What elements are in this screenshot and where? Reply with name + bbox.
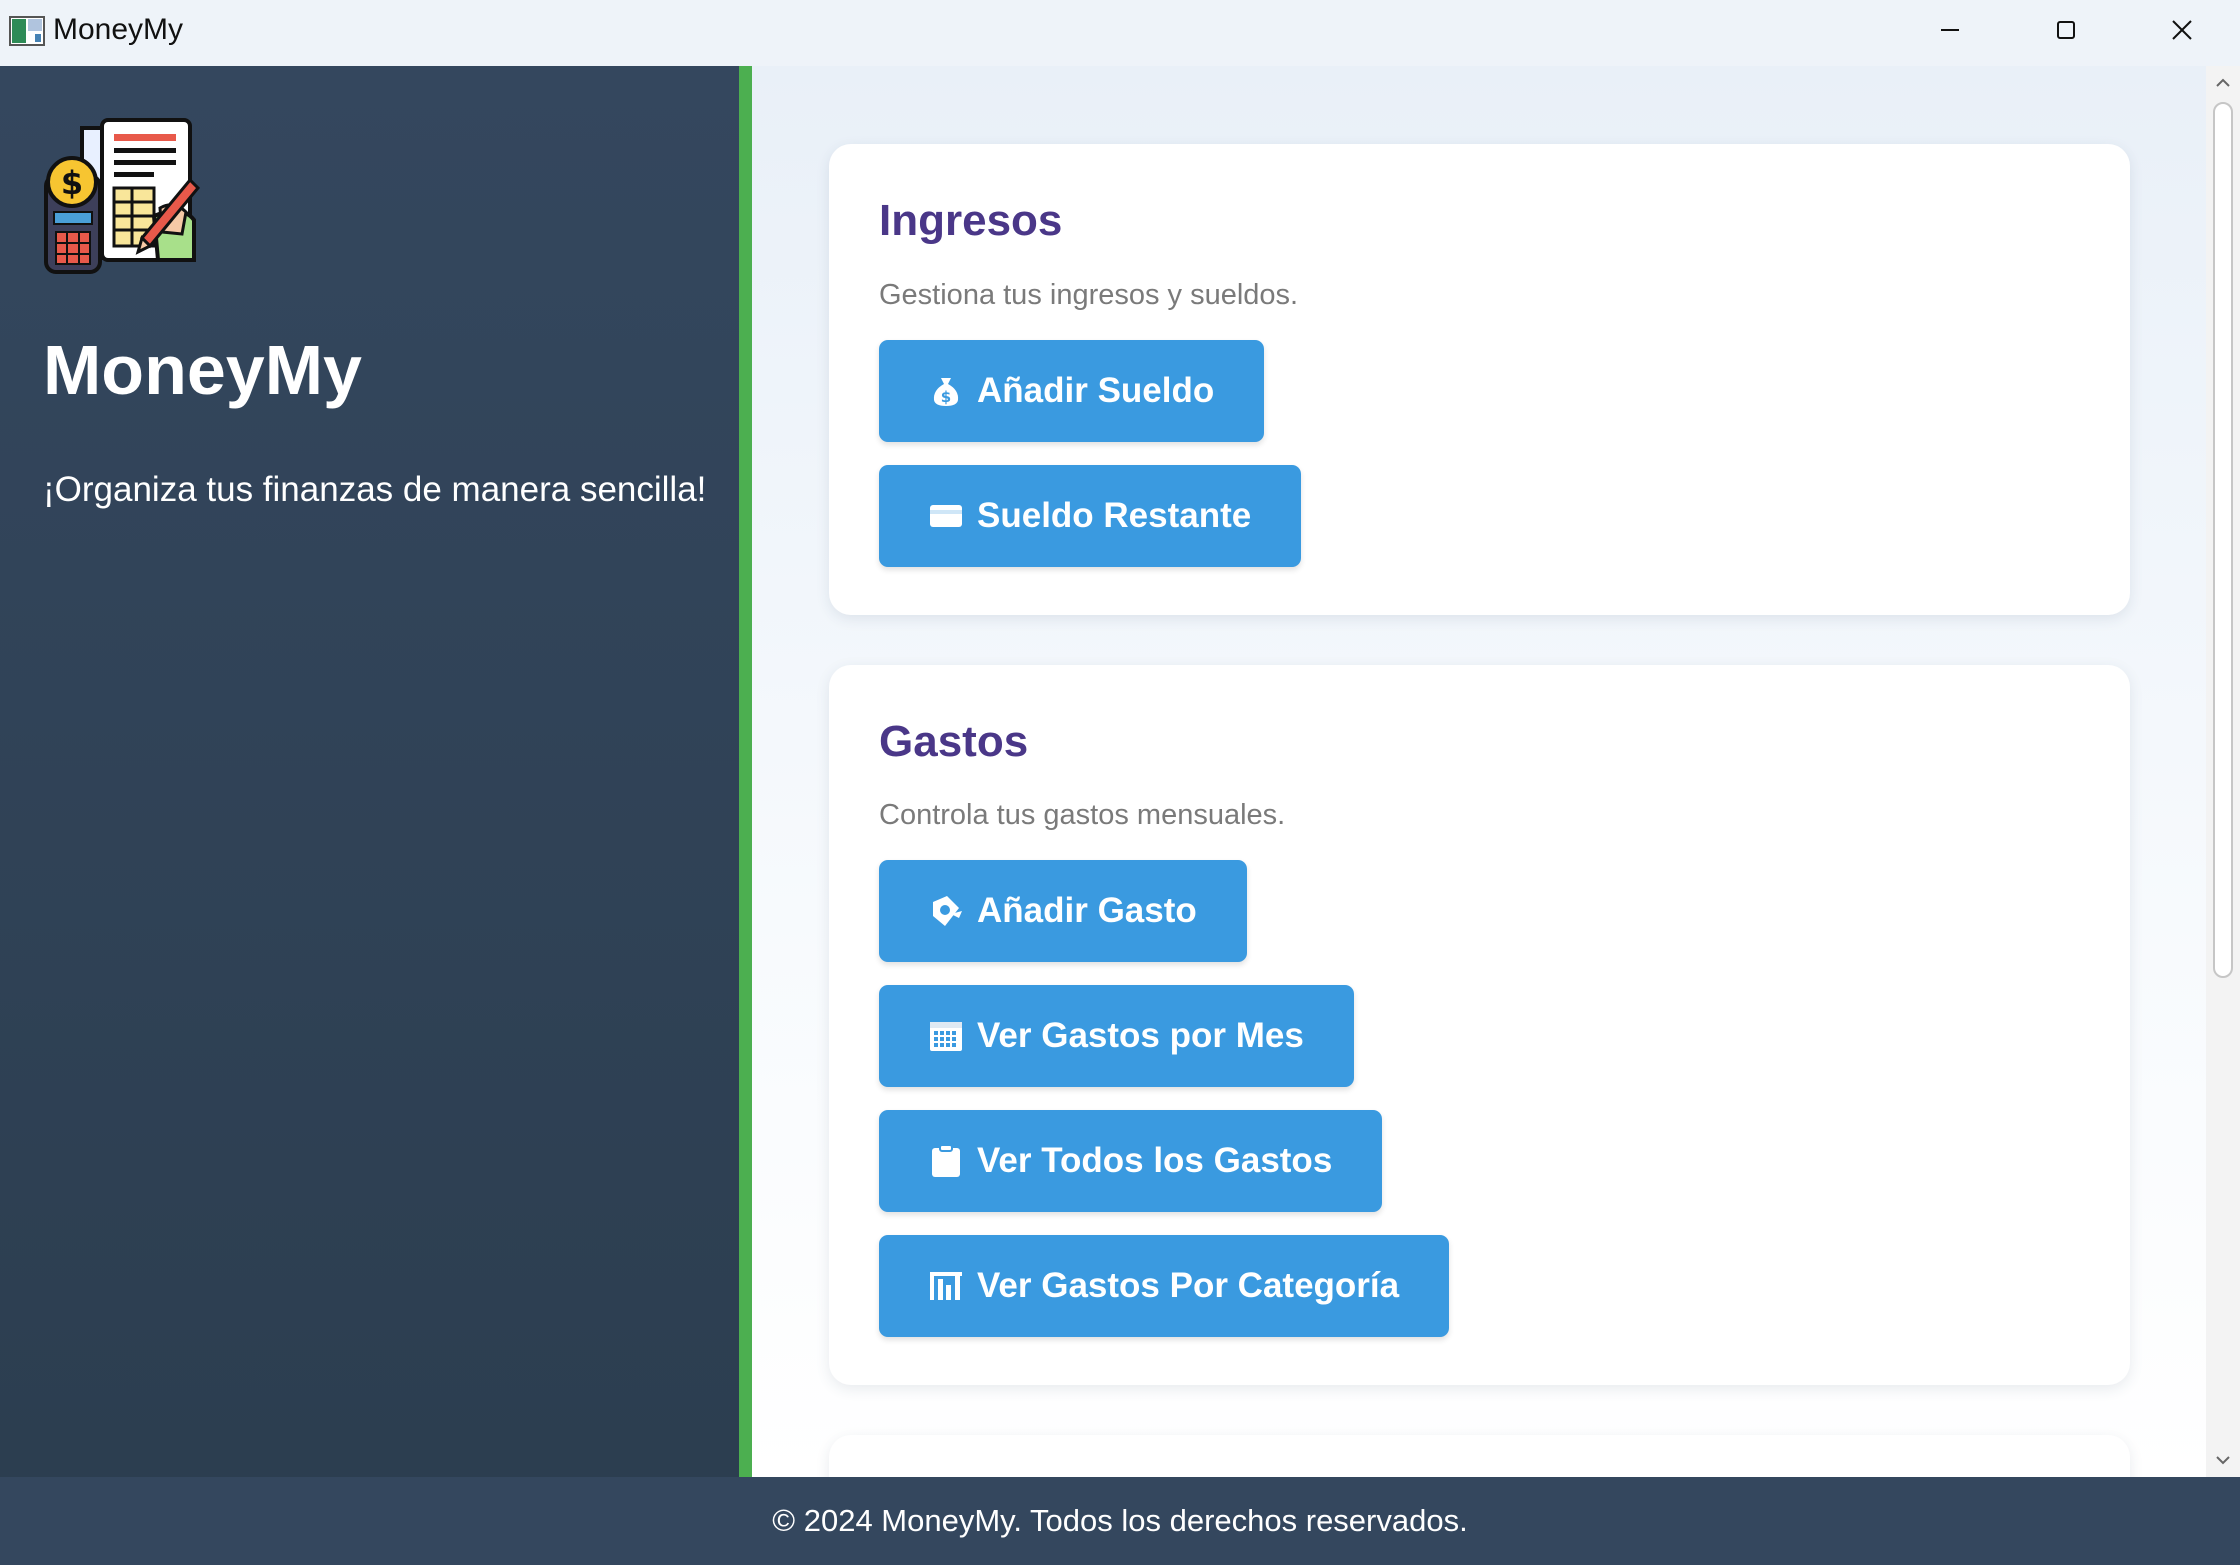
add-expense-label: Añadir Gasto: [977, 891, 1197, 930]
scroll-down-button[interactable]: [2206, 1445, 2240, 1475]
maximize-button[interactable]: [2008, 0, 2124, 60]
money-wings-icon: [929, 894, 963, 928]
footer-copyright: © 2024 MoneyMy. Todos los derechos reser…: [772, 1503, 1468, 1538]
app-name-heading: MoneyMy: [43, 331, 362, 409]
scroll-thumb[interactable]: [2213, 102, 2233, 978]
close-icon: [2172, 20, 2192, 40]
ingresos-title: Ingresos: [879, 196, 1063, 245]
close-button[interactable]: [2124, 0, 2240, 60]
all-expenses-label: Ver Todos los Gastos: [977, 1141, 1333, 1180]
add-salary-label: Añadir Sueldo: [977, 371, 1215, 410]
gastos-card: Gastos Controla tus gastos mensuales. Añ…: [829, 665, 2130, 1385]
gastos-description: Controla tus gastos mensuales.: [879, 799, 1286, 831]
vertical-scrollbar[interactable]: [2206, 66, 2240, 1477]
calendar-icon: [929, 1019, 963, 1053]
next-section-card: [829, 1435, 2130, 1477]
chevron-down-icon: [2216, 1456, 2230, 1465]
add-expense-button[interactable]: Añadir Gasto: [879, 860, 1247, 962]
credit-card-icon: [929, 499, 963, 533]
clipboard-icon: [929, 1144, 963, 1178]
bar-chart-icon: [929, 1269, 963, 1303]
gastos-title: Gastos: [879, 717, 1029, 766]
remaining-salary-button[interactable]: Sueldo Restante: [879, 465, 1302, 567]
sidebar: [0, 66, 739, 1477]
window-title: MoneyMy: [53, 13, 184, 46]
sidebar-accent-border: [739, 66, 752, 1477]
title-bar: MoneyMy: [0, 0, 2240, 66]
chevron-up-icon: [2216, 78, 2230, 87]
add-salary-button[interactable]: $ Añadir Sueldo: [879, 340, 1265, 442]
minimize-button[interactable]: [1892, 0, 2008, 60]
sidebar-tagline: ¡Organiza tus finanzas de manera sencill…: [43, 470, 707, 509]
money-bag-icon: $: [929, 374, 963, 408]
svg-text:$: $: [941, 388, 951, 406]
expenses-by-category-label: Ver Gastos Por Categoría: [977, 1266, 1400, 1305]
footer: © 2024 MoneyMy. Todos los derechos reser…: [0, 1477, 2240, 1565]
remaining-salary-label: Sueldo Restante: [977, 496, 1252, 535]
finance-calculator-document-icon: $: [42, 116, 202, 276]
maximize-icon: [2057, 21, 2075, 39]
scroll-up-button[interactable]: [2206, 68, 2240, 98]
ingresos-card: Ingresos Gestiona tus ingresos y sueldos…: [829, 144, 2130, 615]
app-icon: [9, 16, 45, 46]
svg-text:$: $: [61, 164, 83, 202]
minimize-icon: [1941, 29, 1959, 31]
all-expenses-button[interactable]: Ver Todos los Gastos: [879, 1110, 1383, 1212]
expenses-by-month-button[interactable]: Ver Gastos por Mes: [879, 985, 1354, 1087]
expenses-by-month-label: Ver Gastos por Mes: [977, 1016, 1304, 1055]
ingresos-description: Gestiona tus ingresos y sueldos.: [879, 279, 1299, 311]
main-content: Ingresos Gestiona tus ingresos y sueldos…: [752, 66, 2206, 1477]
expenses-by-category-button[interactable]: Ver Gastos Por Categoría: [879, 1235, 1450, 1337]
